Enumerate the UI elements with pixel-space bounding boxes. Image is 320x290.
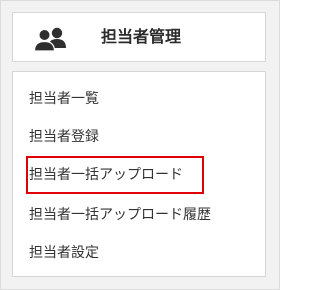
side-panel: 担当者管理 担当者一覧 担当者登録 担当者一括アップロード 担当者一括アップロー…: [0, 0, 280, 290]
menu-item-staff-settings[interactable]: 担当者設定: [29, 244, 99, 262]
menu-item-staff-bulk-upload-history[interactable]: 担当者一括アップロード履歴: [29, 206, 211, 224]
menu-item-staff-bulk-upload[interactable]: 担当者一括アップロード: [29, 166, 183, 184]
menu-item-staff-register[interactable]: 担当者登録: [29, 128, 99, 146]
panel-header: 担当者管理: [12, 12, 266, 62]
menu-item-staff-list[interactable]: 担当者一覧: [29, 90, 99, 108]
panel-title: 担当者管理: [101, 27, 182, 46]
menu-list: 担当者一覧 担当者登録 担当者一括アップロード 担当者一括アップロード履歴 担当…: [12, 71, 266, 277]
users-icon: [34, 27, 66, 52]
